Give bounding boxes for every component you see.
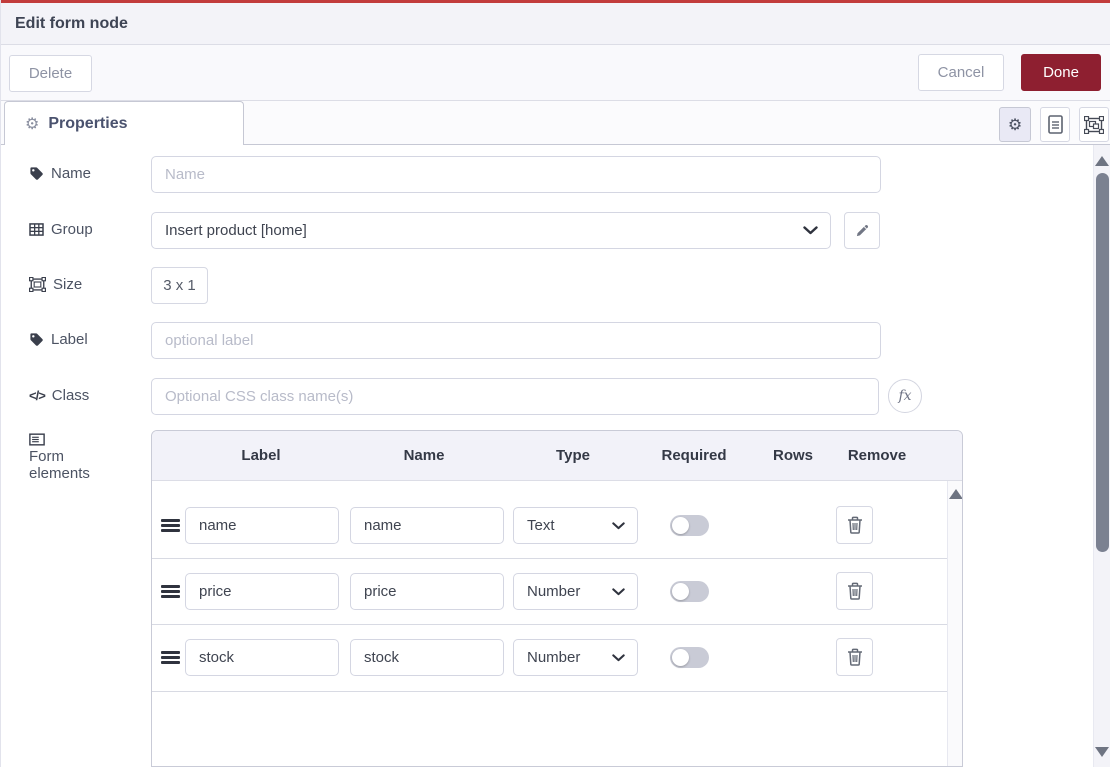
column-header-required: Required xyxy=(661,447,726,464)
cancel-button[interactable]: Cancel xyxy=(918,54,1004,91)
remove-element-button[interactable] xyxy=(836,572,873,610)
element-label-input[interactable] xyxy=(185,507,339,544)
column-header-name: Name xyxy=(404,447,445,464)
column-header-rows: Rows xyxy=(773,447,813,464)
remove-element-button[interactable] xyxy=(836,506,873,544)
object-group-icon xyxy=(29,277,46,292)
table-scrollbar[interactable] xyxy=(947,481,963,766)
required-toggle[interactable] xyxy=(670,647,709,668)
panel-scrollbar[interactable] xyxy=(1093,145,1110,767)
trash-icon xyxy=(847,582,863,600)
scroll-down-arrow-icon[interactable] xyxy=(1095,747,1109,757)
scroll-up-arrow-icon[interactable] xyxy=(1095,156,1109,166)
code-icon: </> xyxy=(29,388,45,403)
dialog-header: Edit form node xyxy=(1,3,1110,45)
chevron-down-icon xyxy=(803,226,818,235)
tab-properties-label: Properties xyxy=(48,115,127,133)
table-icon xyxy=(29,223,44,236)
scroll-up-arrow-icon[interactable] xyxy=(949,489,963,499)
size-field-label: Size xyxy=(29,276,82,293)
drag-handle[interactable] xyxy=(161,585,180,598)
chevron-down-icon xyxy=(612,654,625,662)
class-input[interactable] xyxy=(151,378,879,415)
description-panel-button[interactable] xyxy=(1040,107,1070,142)
tag-icon xyxy=(29,166,44,181)
done-button[interactable]: Done xyxy=(1021,54,1101,91)
fx-icon: fx xyxy=(898,388,911,404)
fx-expression-button[interactable]: fx xyxy=(888,379,922,413)
gear-icon: ⚙ xyxy=(25,114,39,134)
element-name-input[interactable] xyxy=(350,507,504,544)
trash-icon xyxy=(847,516,863,534)
object-group-icon xyxy=(1084,116,1104,134)
chevron-down-icon xyxy=(612,522,625,530)
tab-properties[interactable]: ⚙ Properties xyxy=(4,101,244,145)
element-label-input[interactable] xyxy=(185,573,339,610)
element-name-input[interactable] xyxy=(350,639,504,676)
form-elements-table-header: Label Name Type Required Rows Remove xyxy=(152,431,962,481)
group-field-label: Group xyxy=(29,221,93,238)
trash-icon xyxy=(847,648,863,666)
chevron-down-icon xyxy=(612,588,625,596)
appearance-panel-button[interactable] xyxy=(1079,107,1109,142)
element-type-select[interactable]: Number xyxy=(513,573,638,610)
drag-handle[interactable] xyxy=(161,519,180,532)
form-elements-table: Label Name Type Required Rows Remove Tex… xyxy=(151,430,963,767)
label-input[interactable] xyxy=(151,322,881,359)
scrollbar-thumb[interactable] xyxy=(1096,173,1109,552)
column-header-remove: Remove xyxy=(848,447,906,464)
name-field-label: Name xyxy=(29,165,91,182)
row-separator xyxy=(152,558,947,559)
row-separator xyxy=(152,691,947,692)
gear-icon: ⚙ xyxy=(1008,115,1022,135)
delete-button[interactable]: Delete xyxy=(9,55,92,92)
list-box-icon xyxy=(29,433,45,446)
column-header-type: Type xyxy=(556,447,590,464)
edit-group-button[interactable] xyxy=(844,212,880,249)
column-header-label: Label xyxy=(241,447,280,464)
drag-handle[interactable] xyxy=(161,651,180,664)
row-separator xyxy=(152,624,947,625)
class-field-label: </> Class xyxy=(29,387,89,404)
size-button[interactable]: 3 x 1 xyxy=(151,267,208,304)
element-name-input[interactable] xyxy=(350,573,504,610)
dialog-toolbar: Delete Cancel Done xyxy=(1,45,1110,101)
tag-icon xyxy=(29,332,44,347)
form-elements-field-label: Form elements xyxy=(29,433,109,482)
group-select-value: Insert product [home] xyxy=(165,222,307,239)
group-select[interactable]: Insert product [home] xyxy=(151,212,831,249)
required-toggle[interactable] xyxy=(670,581,709,602)
pencil-icon xyxy=(855,223,870,238)
document-icon xyxy=(1048,115,1063,134)
name-input[interactable] xyxy=(151,156,881,193)
required-toggle[interactable] xyxy=(670,515,709,536)
element-label-input[interactable] xyxy=(185,639,339,676)
element-type-select[interactable]: Text xyxy=(513,507,638,544)
label-field-label: Label xyxy=(29,331,88,348)
properties-panel-button[interactable]: ⚙ xyxy=(999,107,1031,142)
element-type-select[interactable]: Number xyxy=(513,639,638,676)
edit-form-node-dialog: Edit form node Delete Cancel Done ⚙ Prop… xyxy=(0,0,1110,767)
dialog-title: Edit form node xyxy=(15,15,128,33)
remove-element-button[interactable] xyxy=(836,638,873,676)
